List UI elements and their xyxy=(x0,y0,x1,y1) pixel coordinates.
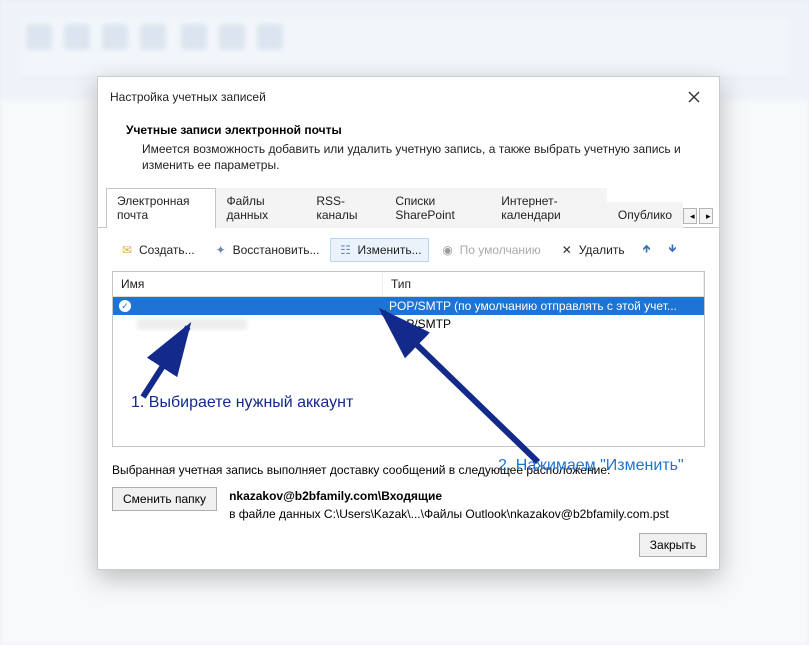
account-type: POP/SMTP xyxy=(383,316,704,332)
change-folder-button[interactable]: Сменить папку xyxy=(112,487,217,511)
annotation-step1: 1. Выбираете нужный аккаунт xyxy=(131,394,353,412)
tab-scroll: ◂ ▸ xyxy=(683,208,713,227)
edit-label: Изменить... xyxy=(357,243,421,257)
col-type[interactable]: Тип xyxy=(383,272,704,296)
move-down-button[interactable]: 🡻 xyxy=(661,236,683,263)
tab-email[interactable]: Электронная почта xyxy=(106,188,216,228)
dialog-header: Учетные записи электронной почты Имеется… xyxy=(98,117,719,187)
account-type: POP/SMTP (по умолчанию отправлять с этой… xyxy=(383,298,704,314)
col-name[interactable]: Имя xyxy=(113,272,383,296)
tab-rss[interactable]: RSS-каналы xyxy=(305,188,384,228)
tab-published[interactable]: Опублико xyxy=(607,202,683,228)
edit-icon: ☷ xyxy=(337,242,353,258)
default-check-icon xyxy=(119,300,131,312)
new-icon: ✉ xyxy=(119,242,135,258)
header-title: Учетные записи электронной почты xyxy=(126,123,691,137)
edit-button[interactable]: ☷ Изменить... xyxy=(330,238,428,262)
tab-scroll-left[interactable]: ◂ xyxy=(683,208,697,224)
accounts-toolbar: ✉ Создать... ✦ Восстановить... ☷ Изменит… xyxy=(98,228,719,263)
tab-scroll-right[interactable]: ▸ xyxy=(699,208,713,224)
account-settings-dialog: Настройка учетных записей Учетные записи… xyxy=(97,76,720,570)
default-label: По умолчанию xyxy=(460,243,541,257)
delete-label: Удалить xyxy=(579,243,625,257)
create-label: Создать... xyxy=(139,243,195,257)
move-up-button[interactable]: 🡹 xyxy=(636,236,658,263)
delivery-text: Выбранная учетная запись выполняет доста… xyxy=(112,463,705,477)
delivery-location: Выбранная учетная запись выполняет доста… xyxy=(98,447,719,523)
create-button[interactable]: ✉ Создать... xyxy=(112,238,202,262)
repair-icon: ✦ xyxy=(213,242,229,258)
header-subtitle: Имеется возможность добавить или удалить… xyxy=(126,141,691,173)
delete-button[interactable]: ✕ Удалить xyxy=(552,238,632,262)
delete-icon: ✕ xyxy=(559,242,575,258)
repair-label: Восстановить... xyxy=(233,243,320,257)
delivery-path: nkazakov@b2bfamily.com\Входящие xyxy=(229,487,669,505)
account-name xyxy=(137,318,247,330)
dialog-footer: Закрыть xyxy=(98,523,719,569)
list-header: Имя Тип xyxy=(113,272,704,297)
arrow-up-icon: 🡹 xyxy=(643,240,651,259)
close-button[interactable]: Закрыть xyxy=(639,533,707,557)
tabs: Электронная почта Файлы данных RSS-канал… xyxy=(98,187,719,228)
list-item[interactable]: POP/SMTP xyxy=(113,315,704,333)
repair-button[interactable]: ✦ Восстановить... xyxy=(206,238,327,262)
tab-data-files[interactable]: Файлы данных xyxy=(216,188,306,228)
list-item[interactable]: POP/SMTP (по умолчанию отправлять с этой… xyxy=(113,297,704,315)
dialog-title: Настройка учетных записей xyxy=(110,90,266,104)
arrow-down-icon: 🡻 xyxy=(668,240,676,259)
tab-internet-calendars[interactable]: Интернет-календари xyxy=(490,188,607,228)
tab-sharepoint[interactable]: Списки SharePoint xyxy=(384,188,490,228)
close-icon[interactable] xyxy=(679,85,709,109)
default-icon: ◉ xyxy=(440,242,456,258)
delivery-file: в файле данных C:\Users\Kazak\...\Файлы … xyxy=(229,505,669,523)
accounts-list: Имя Тип POP/SMTP (по умолчанию отправлят… xyxy=(112,271,705,447)
titlebar: Настройка учетных записей xyxy=(98,77,719,117)
set-default-button[interactable]: ◉ По умолчанию xyxy=(433,238,548,262)
